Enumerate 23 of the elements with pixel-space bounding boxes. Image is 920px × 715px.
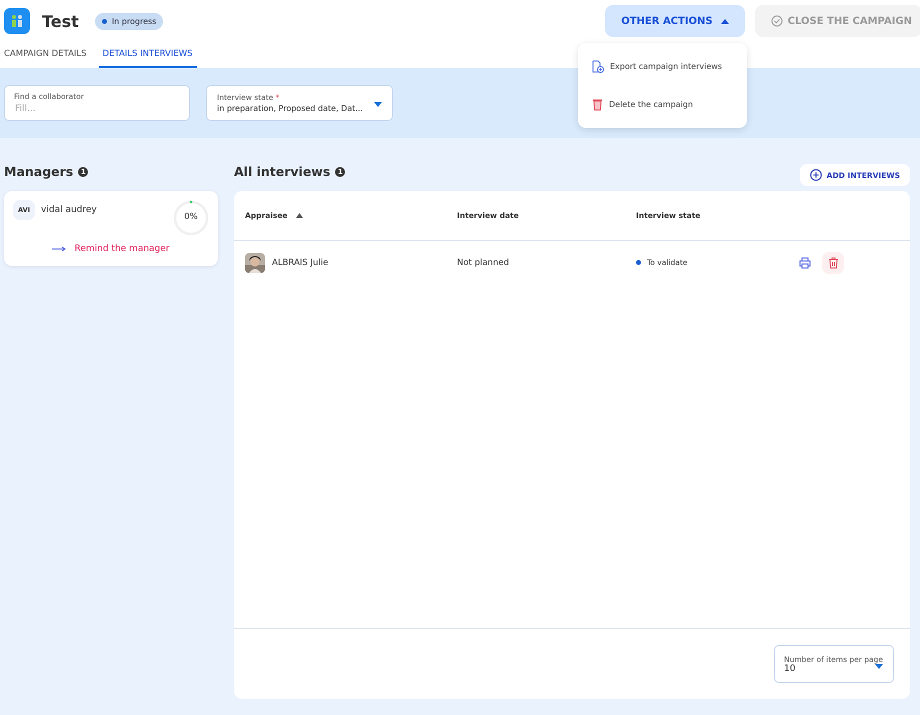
other-actions-button[interactable]: OTHER ACTIONS	[605, 5, 745, 37]
menu-item[interactable]: Export campaign interviews	[578, 55, 747, 78]
remind-manager-link[interactable]: Remind the manager	[13, 244, 209, 254]
plus-circle-icon	[810, 169, 822, 181]
arrow-right-icon	[52, 246, 66, 252]
appraisee-name: ALBRAIS Julie	[272, 258, 328, 268]
check-circle-icon	[770, 15, 783, 27]
menu-item[interactable]: Delete the campaign	[578, 94, 747, 116]
managers-heading: Managers	[4, 164, 74, 179]
tab[interactable]: CAMPAIGN DETAILS	[4, 42, 93, 68]
dropdown-arrow-icon	[875, 664, 883, 669]
dropdown-arrow-icon	[374, 102, 382, 107]
trash-icon[interactable]	[822, 252, 844, 274]
interview-date: Not planned	[457, 258, 509, 268]
export-file-icon	[592, 60, 604, 73]
caret-icon	[720, 18, 729, 24]
status-badge: In progress	[94, 12, 164, 30]
manager-name: vidal audrey	[41, 205, 98, 215]
trash-icon	[592, 98, 603, 112]
app-logo-icon	[4, 8, 30, 34]
campaign-title: Test	[42, 12, 79, 30]
interviews-heading: All interviews	[234, 164, 330, 179]
progress-ring: 0%	[173, 200, 209, 236]
